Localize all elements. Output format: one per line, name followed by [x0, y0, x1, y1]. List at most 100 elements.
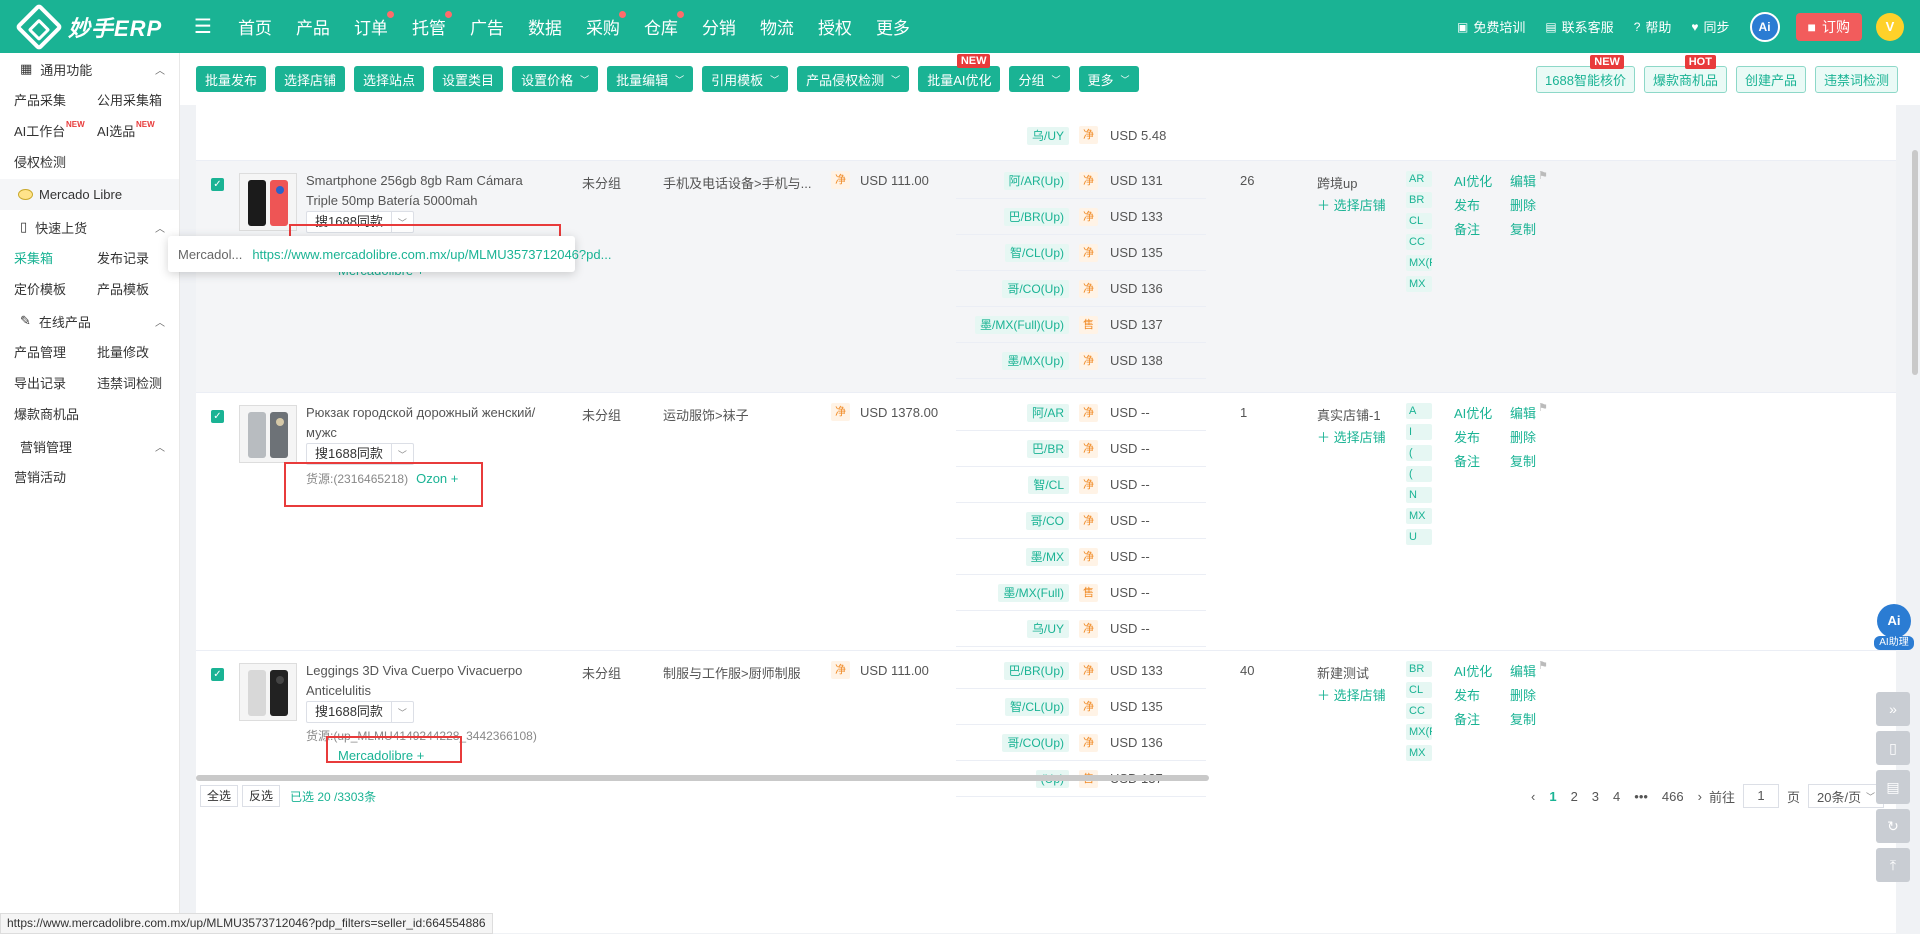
page-number[interactable]: 4	[1613, 789, 1620, 804]
sidebar-item-marketing-activity[interactable]: 营销活动	[0, 462, 179, 493]
sidebar-section-common[interactable]: ▦ 通用功能 ︿	[0, 53, 179, 85]
mobile-icon[interactable]: ▯	[1876, 731, 1910, 765]
row-action-link[interactable]: 编辑	[1510, 403, 1536, 422]
page-size-select[interactable]: 20条/页 ﹀	[1808, 784, 1884, 808]
toolbar-button[interactable]: 引用模板 ﹀	[702, 66, 789, 92]
sidebar-item-hot-products[interactable]: 爆款商机品	[0, 399, 179, 430]
flag-icon[interactable]: ⚑	[1538, 169, 1548, 182]
select-store-link[interactable]: ＋ 选择店铺	[1317, 195, 1386, 214]
sidebar-item-infringement-check[interactable]: 侵权检测	[0, 147, 179, 178]
row-action-link[interactable]: 发布	[1454, 685, 1480, 704]
toolbar-button[interactable]: 选择站点	[354, 66, 425, 92]
top-nav-item[interactable]: 仓库	[632, 11, 690, 39]
toolbar-button[interactable]: 产品侵权检测 ﹀	[797, 66, 910, 92]
row-action-link[interactable]: 编辑	[1510, 661, 1536, 680]
flag-icon[interactable]: ⚑	[1538, 401, 1548, 414]
notes-icon[interactable]: ▤	[1876, 770, 1910, 804]
invert-selection-button[interactable]: 反选	[242, 785, 281, 807]
select-all-button[interactable]: 全选	[200, 785, 239, 807]
help-link[interactable]: ? 帮助	[1634, 17, 1672, 36]
toolbar-button[interactable]: 更多 ﹀	[1078, 66, 1139, 92]
product-title[interactable]: Leggings 3D Viva Cuerpo Vivacuerpo Antic…	[306, 661, 546, 701]
select-store-link[interactable]: ＋ 选择店铺	[1317, 427, 1386, 446]
row-checkbox[interactable]: ✓	[211, 178, 224, 191]
sidebar-item[interactable]: 定价模板	[14, 274, 97, 305]
top-nav-item[interactable]: 物流	[748, 14, 806, 39]
row-action-link[interactable]: 复制	[1510, 709, 1536, 728]
user-avatar[interactable]: V	[1876, 12, 1904, 41]
toolbar-button[interactable]: 设置类目	[433, 66, 504, 92]
row-checkbox[interactable]: ✓	[211, 410, 224, 423]
sync-link[interactable]: ♥ 同步	[1691, 17, 1729, 36]
sidebar-item[interactable]: 产品管理	[14, 337, 97, 368]
ai-assistant-icon[interactable]: Ai	[1749, 11, 1780, 42]
sidebar-item[interactable]: 违禁词检测	[97, 368, 180, 399]
goto-page-input[interactable]: 1	[1742, 784, 1779, 808]
toolbar-button[interactable]: 选择店铺	[275, 66, 346, 92]
row-action-link[interactable]: 发布	[1454, 427, 1480, 446]
refresh-icon[interactable]: ↻	[1876, 809, 1910, 843]
toolbar-button[interactable]: 批量发布	[196, 66, 267, 92]
toolbar-button[interactable]: 分组 ﹀	[1009, 66, 1070, 92]
row-action-link[interactable]: 备注	[1454, 709, 1480, 728]
row-action-link[interactable]: 备注	[1454, 451, 1480, 470]
sidebar-item[interactable]: AI工作台 NEW	[14, 116, 97, 147]
contact-support-link[interactable]: ▤ 联系客服	[1545, 17, 1613, 36]
product-thumbnail[interactable]	[239, 173, 297, 231]
toolbar-button[interactable]: 批量AI优化 NEW	[918, 54, 1001, 92]
top-nav-item[interactable]: 托管	[400, 11, 458, 39]
sidebar-section-marketing[interactable]: 营销管理 ︿	[0, 430, 179, 462]
sidebar-item[interactable]: 批量修改	[97, 337, 180, 368]
vertical-scrollbar[interactable]	[1912, 150, 1918, 375]
expand-icon[interactable]: »	[1876, 692, 1910, 726]
row-action-link[interactable]: 删除	[1510, 427, 1536, 446]
top-nav-item[interactable]: 数据	[516, 14, 574, 39]
free-training-link[interactable]: ▣ 免费培训	[1457, 17, 1525, 36]
order-button[interactable]: ■ 订购	[1795, 12, 1862, 41]
toolbar-outline-button[interactable]: 违禁词检测	[1814, 66, 1898, 93]
toolbar-outline-button[interactable]: 1688智能核价 NEW	[1536, 55, 1635, 93]
product-title[interactable]: Smartphone 256gb 8gb Ram Cámara Triple 5…	[306, 171, 546, 211]
sidebar-section-quick[interactable]: ▯ 快速上货 ︿	[0, 211, 179, 243]
row-action-link[interactable]: 删除	[1510, 685, 1536, 704]
top-nav-item[interactable]: 订单	[342, 11, 400, 39]
toolbar-button[interactable]: 批量编辑 ﹀	[607, 66, 694, 92]
row-action-link[interactable]: 编辑	[1510, 171, 1536, 190]
top-nav-item[interactable]: 广告	[458, 14, 516, 39]
row-checkbox[interactable]: ✓	[211, 668, 224, 681]
page-number[interactable]: 3	[1592, 789, 1599, 804]
page-number[interactable]: 2	[1571, 789, 1578, 804]
sidebar-platform-mercado-libre[interactable]: Mercado Libre	[0, 179, 179, 210]
row-action-link[interactable]: 发布	[1454, 195, 1480, 214]
sidebar-item[interactable]: 导出记录	[14, 368, 97, 399]
row-action-link[interactable]: 复制	[1510, 219, 1536, 238]
top-nav-item[interactable]: 授权	[806, 14, 864, 39]
page-number[interactable]: •••	[1634, 789, 1648, 804]
row-action-link[interactable]: AI优化	[1454, 661, 1492, 680]
row-action-link[interactable]: 备注	[1454, 219, 1480, 238]
prev-page-icon[interactable]: ‹	[1531, 789, 1535, 804]
toolbar-button[interactable]: 设置价格 ﹀	[512, 66, 599, 92]
row-action-link[interactable]: AI优化	[1454, 171, 1492, 190]
select-store-link[interactable]: ＋ 选择店铺	[1317, 685, 1386, 704]
row-action-link[interactable]: 删除	[1510, 195, 1536, 214]
tooltip-url-link[interactable]: https://www.mercadolibre.com.mx/up/MLMU3…	[252, 247, 611, 262]
row-action-link[interactable]: AI优化	[1454, 403, 1492, 422]
page-number[interactable]: 1	[1549, 789, 1556, 804]
top-nav-item[interactable]: 产品	[284, 14, 342, 39]
toolbar-outline-button[interactable]: 爆款商机品 HOT	[1643, 55, 1727, 93]
sidebar-item[interactable]: 采集箱	[14, 243, 97, 274]
top-nav-item[interactable]: 首页	[226, 14, 284, 39]
top-nav-item[interactable]: 分销	[690, 14, 748, 39]
back-to-top-icon[interactable]: ⤒	[1876, 848, 1910, 882]
logo[interactable]: 妙手ERP	[0, 2, 190, 51]
next-page-icon[interactable]: ›	[1698, 789, 1702, 804]
product-title[interactable]: Рюкзак городской дорожный женский/мужс	[306, 403, 546, 443]
ai-assistant-float[interactable]: Ai AI助理	[1874, 604, 1914, 650]
product-thumbnail[interactable]	[239, 663, 297, 721]
toolbar-outline-button[interactable]: 创建产品	[1735, 66, 1806, 93]
row-action-link[interactable]: 复制	[1510, 451, 1536, 470]
top-nav-item[interactable]: 采购	[574, 11, 632, 39]
horizontal-scrollbar[interactable]	[196, 775, 1209, 781]
sidebar-item[interactable]: 产品模板	[97, 274, 180, 305]
